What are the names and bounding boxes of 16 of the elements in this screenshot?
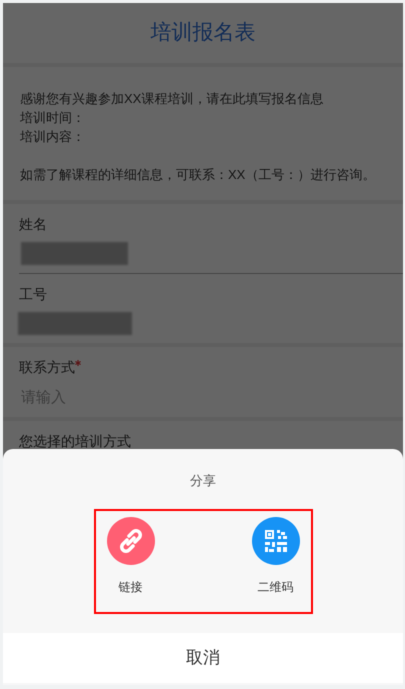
link-icon	[106, 517, 154, 565]
intro-text: 培训时间：	[20, 109, 86, 127]
sheet-title: 分享	[189, 472, 217, 490]
cancel-button[interactable]: 取消	[178, 645, 228, 671]
intro-text: 培训内容：	[20, 128, 86, 146]
intro-text: 感谢您有兴趣参加XX课程培训，请在此填写报名信息	[20, 90, 324, 108]
share-option[interactable]: 链接	[100, 517, 160, 612]
field-label: 姓名	[19, 215, 47, 234]
field-label: 联系方式	[19, 358, 75, 377]
share-option[interactable]: 二维码	[246, 517, 306, 612]
field-label: 您选择的培训方式	[19, 432, 131, 451]
form-title: 培训报名表	[150, 20, 256, 46]
qr-code-icon	[252, 517, 300, 565]
intro-text: 如需了解课程的详细信息，可联系：XX（工号：）进行咨询。	[20, 166, 376, 184]
field-label: 工号	[19, 285, 47, 304]
required-icon	[75, 360, 81, 366]
